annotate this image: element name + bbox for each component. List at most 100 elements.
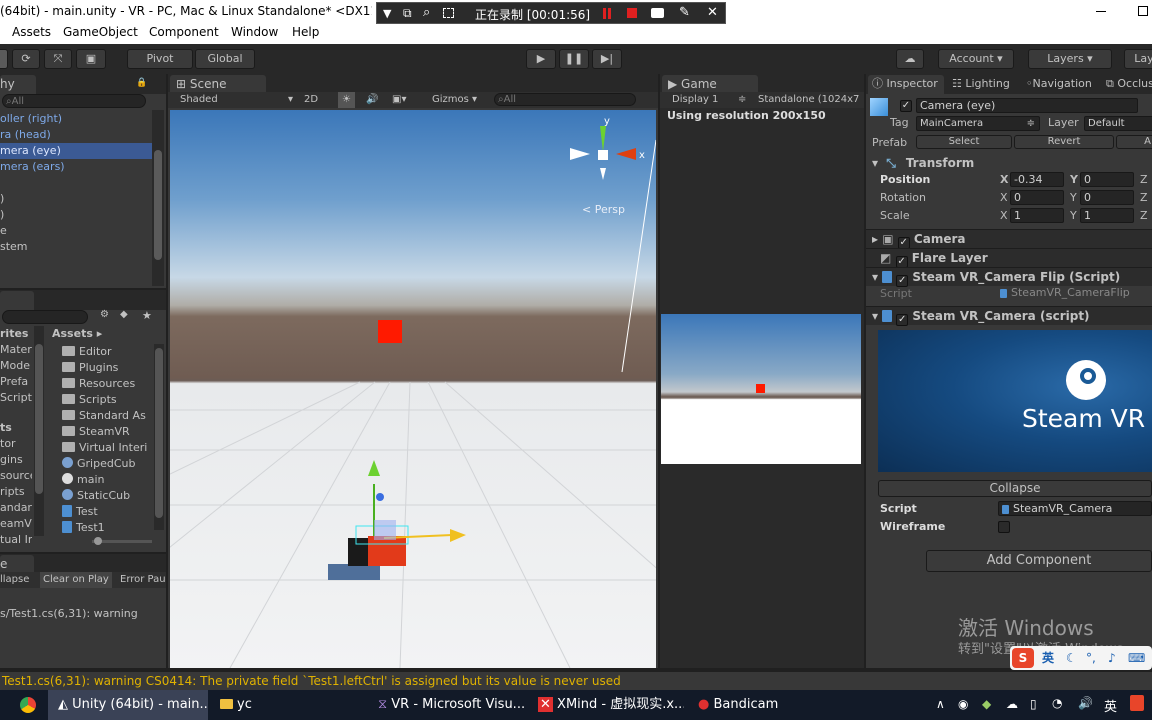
transform-header[interactable]: ▾ ⤡ Transform <box>866 154 1152 172</box>
collapse-button[interactable]: Collapse <box>878 480 1152 497</box>
effects-dropdown-icon[interactable]: ▣▾ <box>392 92 406 108</box>
menu-help[interactable]: Help <box>292 25 319 39</box>
filter-label-icon[interactable]: ◆ <box>120 309 128 320</box>
menu-component[interactable]: Component <box>149 25 219 39</box>
tree-scrollbar[interactable] <box>34 326 44 536</box>
network-icon[interactable]: ◔ <box>1052 696 1062 710</box>
list-item-selected[interactable]: mera (eye) <box>0 143 152 159</box>
scene-item[interactable]: main <box>62 472 152 488</box>
keyboard-icon[interactable]: ⌨ <box>1128 646 1145 670</box>
list-item[interactable]: mera (ears) <box>0 159 152 175</box>
tab-hierarchy[interactable]: hy <box>0 75 36 94</box>
assets-tree-header[interactable]: ts <box>0 420 32 436</box>
shading-dropdown[interactable]: Shaded ▾ <box>180 92 293 108</box>
rect-tool-button[interactable]: ▣ <box>76 49 106 69</box>
taskbar-xmind[interactable]: ✕ XMind - 虚拟现实.x... <box>534 690 684 720</box>
camera-flip-header[interactable]: ▾ ✓ Steam VR_Camera Flip (Script) <box>866 267 1152 287</box>
script-item[interactable]: Test <box>62 504 152 520</box>
hierarchy-scrollbar[interactable] <box>152 110 164 286</box>
taskbar-bandicam[interactable]: ● Bandicam <box>694 690 794 720</box>
step-button[interactable]: ▶| <box>592 49 622 69</box>
prefab-item[interactable]: GripedCub <box>62 456 152 472</box>
list-item[interactable]: ) <box>0 191 152 207</box>
list-item[interactable]: ripts <box>0 484 32 500</box>
gizmo-arrow-x[interactable] <box>450 529 466 542</box>
prefab-select-button[interactable]: Select <box>916 135 1012 149</box>
steamvr-camera-header[interactable]: ▾ ✓ Steam VR_Camera (script) <box>866 306 1152 326</box>
global-button[interactable]: Global <box>195 49 255 69</box>
status-bar[interactable]: Test1.cs(6,31): warning CS0414: The priv… <box>0 672 1152 690</box>
aspect-dropdown[interactable]: Standalone (1024x7 <box>758 92 862 108</box>
orientation-gizmo[interactable] <box>570 126 636 180</box>
tab-navigation[interactable]: ◦Navigation <box>1026 77 1092 90</box>
gizmo-arrow-y[interactable] <box>368 460 380 476</box>
persp-label[interactable]: < Persp <box>582 203 625 216</box>
play-button[interactable]: ▶ <box>526 49 556 69</box>
list-item[interactable]: Mode <box>0 358 32 374</box>
prefab-revert-button[interactable]: Revert <box>1014 135 1114 149</box>
position-y-field[interactable]: 0 <box>1080 172 1134 187</box>
account-dropdown[interactable]: Account ▾ <box>938 49 1014 69</box>
lighting-toggle-icon[interactable]: ☀ <box>338 92 355 108</box>
chrome-icon[interactable] <box>20 697 36 713</box>
gizmo-plane[interactable] <box>374 520 396 540</box>
layout-dropdown[interactable]: Lay <box>1124 49 1152 69</box>
maximize-icon[interactable] <box>1138 6 1148 16</box>
zoom-icon[interactable]: ⌕ <box>423 5 430 20</box>
layer-dropdown[interactable]: Default <box>1084 116 1152 131</box>
camera-icon[interactable] <box>651 8 664 18</box>
tag-dropdown[interactable]: MainCamera ≑ <box>916 116 1040 131</box>
pivot-button[interactable]: Pivot <box>127 49 193 69</box>
prefab-apply-button[interactable]: A <box>1116 135 1152 149</box>
filter-type-icon[interactable]: ⚙ <box>100 309 109 320</box>
scene-viewport[interactable]: y x < Persp <box>170 110 656 668</box>
list-item[interactable]: gins <box>0 452 32 468</box>
dropdown-icon[interactable]: ▼ <box>383 7 391 20</box>
console-entry[interactable]: s/Test1.cs(6,31): warning <box>0 606 150 622</box>
camera-component-header[interactable]: ▸ ▣ ✓ Camera <box>866 229 1152 249</box>
clear-on-play-toggle[interactable]: Clear on Play <box>40 572 112 588</box>
list-item[interactable]: oller (right) <box>0 111 152 127</box>
taskbar-vs[interactable]: ⧖ VR - Microsoft Visu... <box>372 690 528 720</box>
favorites-header[interactable]: rites <box>0 326 32 342</box>
taskbar-folder[interactable]: yc <box>214 690 364 720</box>
menu-gameobject[interactable]: GameObject <box>63 25 138 39</box>
flip-script-field[interactable]: SteamVR_CameraFlip <box>1000 286 1152 299</box>
collapse-toggle[interactable]: llapse <box>0 572 29 588</box>
red-cube[interactable] <box>378 320 402 343</box>
pen-icon[interactable]: ✎ <box>679 5 690 20</box>
ime-mode-label[interactable]: 英 <box>1042 646 1054 670</box>
list-item[interactable]: stem <box>0 239 152 255</box>
layers-dropdown[interactable]: Layers ▾ <box>1028 49 1112 69</box>
icon-size-slider[interactable] <box>92 537 152 545</box>
mic-icon[interactable]: ♪ <box>1108 646 1116 670</box>
tray-app-icon[interactable]: ◆ <box>982 697 991 711</box>
gizmos-dropdown[interactable]: Gizmos ▾ <box>432 92 477 108</box>
taskbar-unity[interactable]: ◭ Unity (64bit) - main.... <box>48 690 208 720</box>
tray-onedrive-icon[interactable]: ☁ <box>1006 697 1018 711</box>
folder-item[interactable]: Scripts <box>62 392 152 408</box>
error-pause-toggle[interactable]: Error Pau <box>120 572 166 588</box>
static-cube[interactable] <box>328 564 380 580</box>
assets-scrollbar[interactable] <box>154 344 164 530</box>
list-item[interactable]: tual In <box>0 532 32 548</box>
ime-taskbar-label[interactable]: 英 <box>1104 696 1117 715</box>
scale-y-field[interactable]: 1 <box>1080 208 1134 223</box>
folder-item[interactable]: Virtual Interi <box>62 440 152 456</box>
tab-inspector[interactable]: ⓘ Inspector <box>868 75 944 94</box>
list-item[interactable]: andard <box>0 500 32 516</box>
list-item[interactable]: ) <box>0 207 152 223</box>
scale-tool-button[interactable]: ⤧ <box>44 49 72 69</box>
prefab-item[interactable]: StaticCub <box>62 488 152 504</box>
battery-icon[interactable]: ▯ <box>1030 697 1037 711</box>
tab-project[interactable] <box>0 291 34 310</box>
script-field[interactable]: SteamVR_Camera <box>998 501 1152 516</box>
flare-component-header[interactable]: ◩ ✓ Flare Layer <box>866 248 1152 268</box>
move-gizmo-z[interactable] <box>376 493 384 501</box>
black-cube[interactable] <box>348 538 370 566</box>
cloud-icon[interactable]: ☁ <box>896 49 924 69</box>
rotation-y-field[interactable]: 0 <box>1080 190 1134 205</box>
position-x-field[interactable]: -0.34 <box>1010 172 1064 187</box>
toggle-2d[interactable]: 2D <box>304 92 318 108</box>
lock-icon[interactable]: 🔒 <box>136 78 147 88</box>
